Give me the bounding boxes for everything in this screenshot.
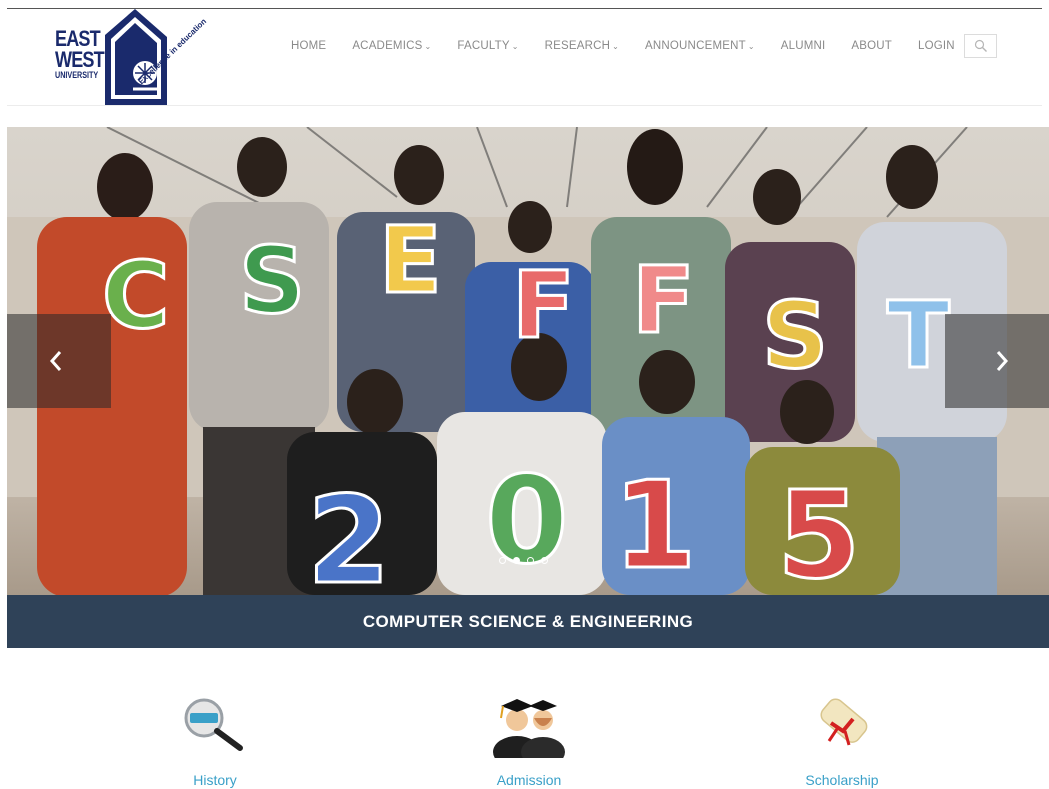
hero-slide-image: CSEFFST 2015 xyxy=(7,127,1049,595)
feature-admission-label: Admission xyxy=(496,772,562,788)
feature-scholarship[interactable]: Scholarship xyxy=(762,688,922,788)
logo-line-east: EAST xyxy=(55,26,101,51)
main-nav: HOME ACADEMICS ⌄ FACULTY ⌄ RESEARCH ⌄ ANNOU… xyxy=(291,40,981,52)
site-header: EAST WEST UNIVERSITY Excellence in educa… xyxy=(7,9,1042,106)
nav-login-label: LOGIN xyxy=(918,40,955,52)
held-digit-bottom-0: 2 xyxy=(307,472,391,595)
nav-faculty-label: FACULTY xyxy=(457,40,510,52)
feature-history-label: History xyxy=(193,772,237,788)
held-digit-bottom-1: 0 xyxy=(485,452,569,591)
chevron-down-icon: ⌄ xyxy=(424,42,432,51)
logo-line-university: UNIVERSITY xyxy=(55,70,99,80)
nav-alumni-label: ALUMNI xyxy=(780,40,826,52)
slider-dot[interactable] xyxy=(513,557,520,564)
nav-home[interactable]: HOME xyxy=(291,40,326,52)
slide-caption: COMPUTER SCIENCE & ENGINEERING xyxy=(362,611,694,631)
held-letter-top-2: E xyxy=(379,207,442,314)
nav-home-label: HOME xyxy=(291,40,327,52)
held-letter-top-0: C xyxy=(102,242,170,349)
slider-next-button[interactable] xyxy=(945,314,1049,408)
feature-scholarship-label: Scholarship xyxy=(805,772,879,788)
nav-faculty[interactable]: FACULTY ⌄ xyxy=(457,40,518,52)
nav-announcement[interactable]: ANNOUNCEMENT ⌄ xyxy=(645,40,755,52)
held-letter-top-4: F xyxy=(632,247,695,354)
feature-history[interactable]: History xyxy=(135,688,295,788)
held-digit-bottom-3: 5 xyxy=(777,467,861,595)
feature-admission[interactable]: Admission xyxy=(449,688,609,788)
nav-announcement-label: ANNOUNCEMENT xyxy=(645,40,746,52)
university-logo[interactable]: EAST WEST UNIVERSITY Excellence in educa… xyxy=(55,9,208,105)
held-letter-top-5: S xyxy=(762,282,828,389)
nav-about[interactable]: ABOUT xyxy=(851,40,892,52)
nav-academics-label: ACADEMICS xyxy=(352,40,423,52)
held-letter-top-1: S xyxy=(239,227,305,334)
nav-research[interactable]: RESEARCH ⌄ xyxy=(545,40,619,52)
graduates-icon xyxy=(449,688,609,760)
logo-line-west: WEST xyxy=(55,47,105,72)
logo-house-emblem xyxy=(105,9,167,105)
held-letter-top-3: F xyxy=(512,252,575,359)
slider-dot[interactable] xyxy=(541,557,548,564)
chevron-right-icon xyxy=(996,351,1009,371)
nav-about-label: ABOUT xyxy=(851,40,893,52)
chevron-left-icon xyxy=(49,351,62,371)
search-button[interactable] xyxy=(964,34,997,58)
slider-dot[interactable] xyxy=(527,557,534,564)
held-digit-bottom-2: 1 xyxy=(613,457,697,595)
held-letter-top-6: T xyxy=(887,282,950,389)
slider-prev-button[interactable] xyxy=(7,314,111,408)
chevron-down-icon: ⌄ xyxy=(747,42,755,51)
chevron-down-icon: ⌄ xyxy=(612,42,620,51)
diploma-scroll-icon xyxy=(762,688,922,760)
hero-slider[interactable]: CSEFFST 2015 xyxy=(7,127,1049,595)
search-icon xyxy=(974,39,987,52)
nav-academics[interactable]: ACADEMICS ⌄ xyxy=(352,40,431,52)
slide-caption-bar: COMPUTER SCIENCE & ENGINEERING xyxy=(7,595,1049,648)
history-magnifier-icon xyxy=(135,688,295,760)
slider-pagination xyxy=(499,557,548,564)
nav-alumni[interactable]: ALUMNI xyxy=(781,40,826,52)
nav-login[interactable]: LOGIN xyxy=(918,40,955,52)
chevron-down-icon: ⌄ xyxy=(511,42,519,51)
slider-dot[interactable] xyxy=(499,557,506,564)
nav-research-label: RESEARCH xyxy=(544,40,611,52)
